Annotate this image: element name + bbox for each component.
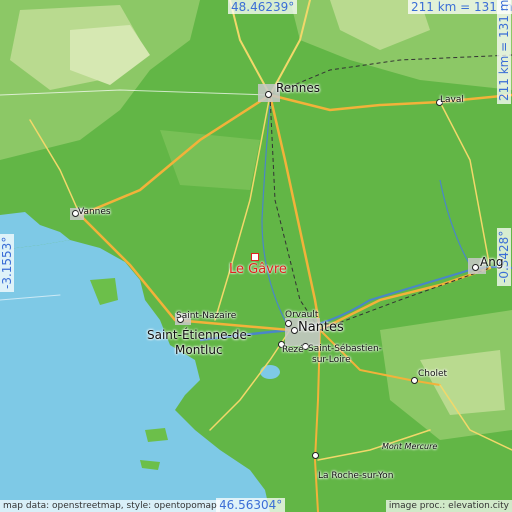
angers-label: Ang (480, 255, 504, 269)
angers-dot (472, 264, 479, 271)
saint-etienne-label: Saint-Étienne-de- (147, 328, 252, 342)
nantes-dot (291, 327, 298, 334)
map-view[interactable]: 48.46239° 211 km = 131 mi 46.56304° -3.1… (0, 0, 512, 512)
location-marker-icon (251, 253, 259, 261)
cholet-dot (411, 377, 418, 384)
saint-nazaire-label: Saint-Nazaire (176, 311, 237, 321)
orvault-dot (285, 320, 292, 327)
highlighted-place-label: Le Gâvre (229, 262, 287, 277)
nantes-label: Nantes (298, 320, 344, 335)
left-longitude-label: -3.1553° (0, 233, 14, 292)
saint-sebastien-label-1: Saint-Sébastien- (308, 344, 382, 354)
top-latitude-label: 48.46239° (228, 0, 298, 14)
la-roche-dot (312, 452, 319, 459)
mont-mercure-label: Mont Mercure (382, 442, 438, 451)
laval-label: Laval (440, 95, 464, 105)
scale-vertical-label: 211 km = 131 mi (497, 0, 511, 104)
image-proc-credit: image proc.: elevation.city (385, 500, 512, 512)
vannes-label: Vannes (78, 207, 111, 217)
orvault-label: Orvault (285, 310, 319, 320)
la-roche-label: La Roche-sur-Yon (318, 471, 394, 481)
bottom-latitude-label: 46.56304° (216, 498, 286, 512)
rennes-label: Rennes (276, 81, 321, 95)
montluc-label: Montluc (175, 343, 223, 357)
map-data-credit: map data: openstreetmap, style: opentopo… (0, 500, 220, 512)
reze-label: Rezé (282, 345, 304, 355)
rennes-dot (265, 91, 272, 98)
saint-sebastien-label-2: sur-Loire (312, 355, 351, 365)
cholet-label: Cholet (418, 369, 448, 379)
